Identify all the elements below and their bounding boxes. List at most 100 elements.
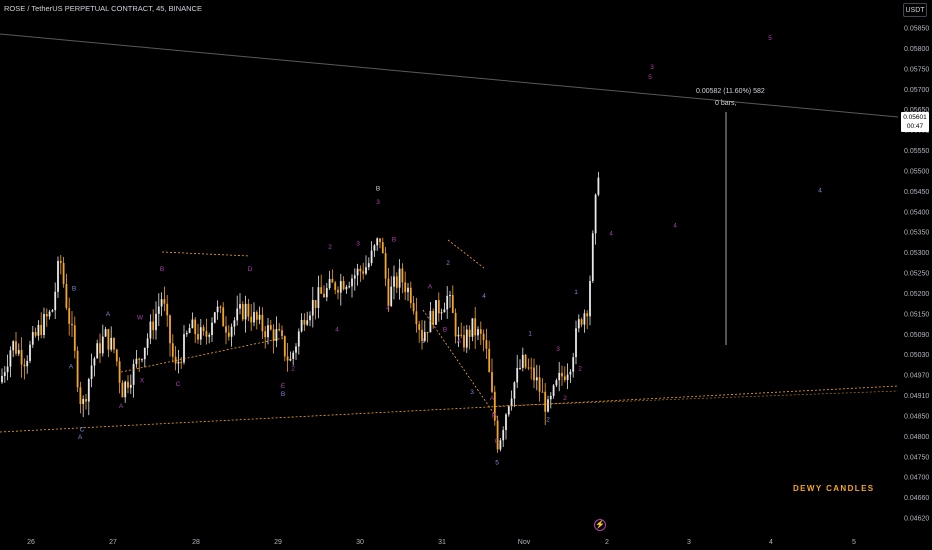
wave-label: A [457,338,462,345]
measure-label-line2: 0 bars, [715,100,737,107]
candle-body [513,382,516,399]
candle-body [569,371,572,375]
wave-label: X [140,377,145,384]
wave-label: 3 [556,346,560,353]
wave-label: 5 [768,35,772,42]
candle-body [482,333,485,341]
lightning-icon[interactable]: ⚡ [594,519,606,531]
candle-body [446,295,449,310]
candle-body [241,304,244,320]
candle-body [34,332,37,336]
y-tick-label: 0.05700 [904,87,929,94]
candle-body [331,279,334,283]
candle-body [519,367,521,369]
candle-body [135,358,138,365]
candle-body [48,311,51,317]
candle-body [457,334,460,337]
candle-body [516,367,519,383]
candle-body [219,306,222,308]
candle-body [460,334,463,336]
y-tick-label: 0.04660 [904,495,929,502]
candle-body [367,263,370,268]
wave-label: A [106,311,111,318]
wave-label: 1 [574,289,578,296]
wave-label: B [392,236,396,243]
candle-body [474,318,477,336]
price-chart[interactable]: ABCAAWXABCDEB2324B3B4AB24AB13AC512321244… [0,0,932,550]
candle-body [37,324,40,336]
candle-body [43,314,45,336]
candle-body [185,332,188,335]
last-price: 0.05601 [903,114,927,121]
candle-body [401,268,404,283]
y-tick-label: 0.05500 [904,168,929,175]
candle-body [160,299,163,307]
candle-body [68,308,71,324]
candle-body [524,354,527,368]
candle-body [390,286,393,306]
wave-label: 4 [482,293,486,300]
y-axis[interactable]: 0.058500.058000.057500.057000.056500.056… [904,26,929,523]
candle-body [87,379,90,402]
candle-body [535,377,538,381]
candle-body [278,329,281,331]
candle-body [129,384,132,388]
x-tick-label: 31 [438,539,446,546]
candle-body [463,335,465,348]
x-tick-label: 29 [274,539,282,546]
y-tick-label: 0.04910 [904,393,929,400]
candle-body [575,328,577,358]
candle-body [45,314,48,317]
candle-body [558,372,561,381]
candle-body [166,303,169,316]
candle-body [552,385,555,396]
x-axis[interactable]: 26 27 28 29 30 31 Nov 2 3 4 5 [27,539,856,546]
candle-body [530,367,533,369]
currency-button[interactable]: USDT [903,3,927,17]
y-tick-label: 0.05150 [904,311,929,318]
candle-body [362,271,365,274]
candle-body [17,350,20,354]
candle-body [521,354,524,368]
candle-body [404,282,407,293]
y-tick-label: 0.05250 [904,271,929,278]
candle-body [101,336,104,354]
candle-body [334,282,337,290]
candle-body [348,286,351,288]
candle-body [449,295,451,297]
wave-label: 4 [386,305,390,312]
candle-body [29,344,31,361]
measure-label-line1: 0.00582 (11.60%) 582 [696,88,765,95]
candle-body [432,310,435,325]
candle-body [213,312,216,323]
wave-label: 2 [578,366,582,373]
candle-body [3,372,6,377]
y-tick-label: 0.05750 [904,66,929,73]
wave-label: B [72,285,76,292]
wave-label: 4 [818,187,822,194]
y-tick-label: 0.04970 [904,373,929,380]
candle-body [370,250,373,264]
candle-body [93,358,96,366]
candle-body [23,364,26,367]
support-trendline-2 [497,390,899,407]
candle-body [407,287,409,293]
candle-body [505,414,507,431]
candle-body [247,303,250,317]
candle-body [572,357,575,372]
candle-body [9,350,12,367]
wave-label: B [160,266,164,273]
candle-body [96,343,99,359]
candle-body [373,245,376,251]
y-tick-label: 0.05090 [904,332,929,339]
candle-body [118,361,121,383]
candle-body [54,291,57,311]
candle-body [317,287,320,308]
candle-body [211,322,213,336]
candle-body [440,312,443,314]
candle-body [479,329,482,334]
candle-body [435,300,437,325]
candle-body [488,348,491,373]
candle-body [275,329,278,341]
wave-label: C [80,426,85,433]
